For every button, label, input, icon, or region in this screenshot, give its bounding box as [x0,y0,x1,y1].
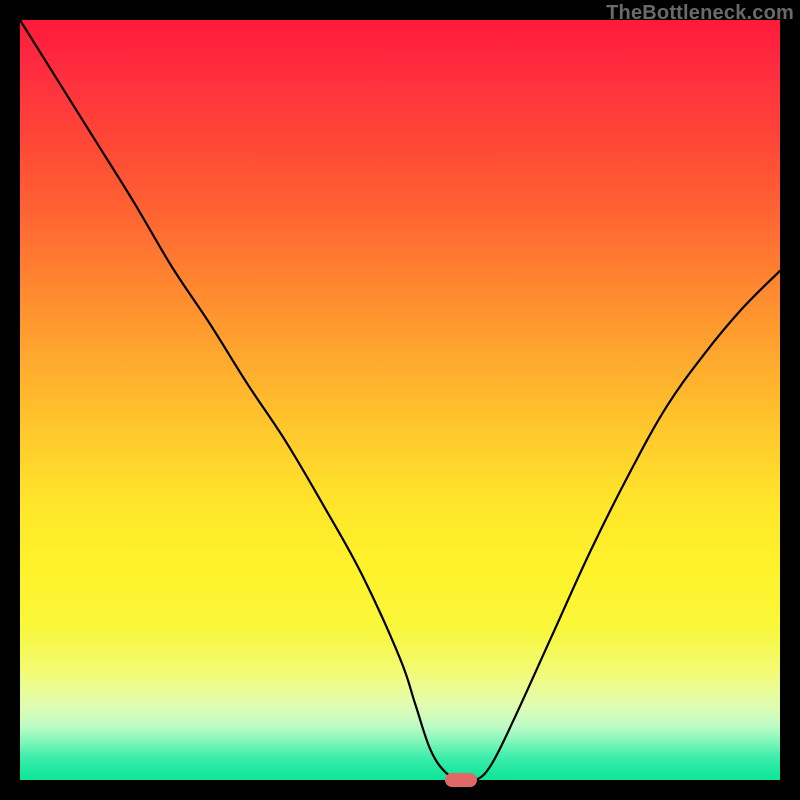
optimal-marker [445,773,477,787]
chart-frame: TheBottleneck.com [0,0,800,800]
watermark-text: TheBottleneck.com [606,2,794,25]
bottleneck-curve [20,20,780,780]
plot-area [20,20,780,780]
curve-path [20,20,780,782]
